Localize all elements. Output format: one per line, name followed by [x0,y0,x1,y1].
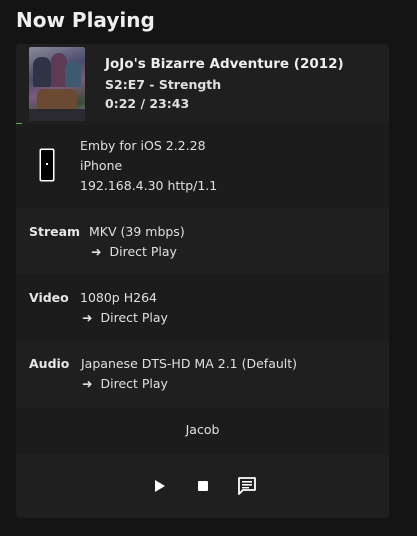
device-row: Emby for iOS 2.2.28 iPhone 192.168.4.30 … [16,124,389,208]
stream-value: MKV (39 mbps) [89,224,185,239]
video-mode-text: Direct Play [100,310,168,325]
stream-mode-text: Direct Play [109,244,177,259]
audio-label: Audio [29,356,70,371]
audio-row: Audio Japanese DTS-HD MA 2.1 (Default) ➜… [16,340,389,408]
user-name: Jacob [185,422,220,437]
media-row[interactable]: JoJo's Bizarre Adventure (2012) S2:E7 - … [16,44,389,124]
poster-image[interactable] [29,47,85,121]
stop-icon[interactable] [193,476,213,496]
media-episode: S2:E7 - Strength [105,77,222,92]
play-icon[interactable] [149,476,169,496]
arrow-right-icon: ➜ [82,310,93,325]
audio-value: Japanese DTS-HD MA 2.1 (Default) [81,356,298,371]
controls-row [16,454,389,518]
audio-mode-text: Direct Play [100,376,168,391]
user-row: Jacob [16,408,389,454]
video-row: Video 1080p H264 ➜ Direct Play [16,274,389,340]
phone-icon [39,148,55,182]
video-value: 1080p H264 [80,290,157,305]
now-playing-card: JoJo's Bizarre Adventure (2012) S2:E7 - … [16,44,389,518]
arrow-right-icon: ➜ [91,244,102,259]
device-app: Emby for iOS 2.2.28 [80,138,206,153]
media-title[interactable]: JoJo's Bizarre Adventure (2012) [105,56,344,72]
media-time: 0:22 / 23:43 [105,96,190,111]
device-address: 192.168.4.30 http/1.1 [80,178,218,193]
page-title: Now Playing [16,8,155,32]
stream-row: Stream MKV (39 mbps) ➜ Direct Play [16,208,389,274]
message-icon[interactable] [237,476,257,496]
stream-label: Stream [29,224,81,239]
arrow-right-icon: ➜ [82,376,93,391]
device-name: iPhone [80,158,123,173]
audio-mode: ➜ Direct Play [82,376,168,391]
video-label: Video [29,290,69,305]
video-mode: ➜ Direct Play [82,310,168,325]
stream-mode: ➜ Direct Play [91,244,177,259]
